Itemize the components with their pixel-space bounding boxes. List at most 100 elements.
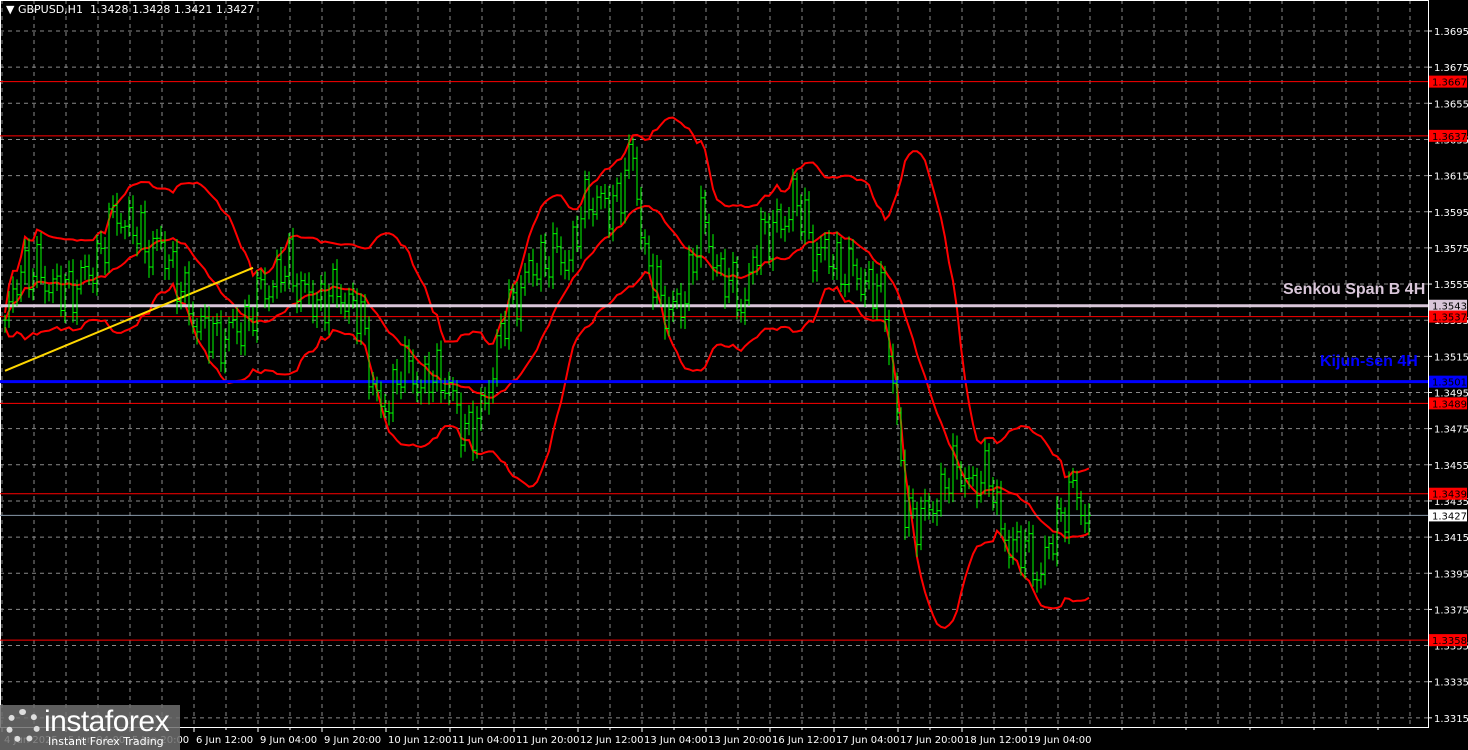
price-tag-support: 1.3358 xyxy=(1432,636,1467,647)
price-bar xyxy=(871,261,875,319)
price-bar xyxy=(1047,536,1051,560)
price-bar xyxy=(399,371,403,400)
y-tick-label: 1.3335 xyxy=(1434,678,1468,689)
price-bar xyxy=(563,250,567,280)
price-bar xyxy=(335,259,339,308)
price-tag-current: 1.3427 xyxy=(1432,511,1467,522)
price-bar xyxy=(603,184,607,209)
senkou-span-label: Senkou Span B 4H xyxy=(1283,281,1426,298)
price-bar xyxy=(55,263,59,291)
y-tick-label: 1.3415 xyxy=(1434,533,1468,544)
price-bar xyxy=(247,294,251,332)
price-bar xyxy=(775,198,779,233)
price-bar xyxy=(875,273,879,321)
price-bar xyxy=(143,200,147,264)
price-bar xyxy=(499,313,503,349)
price-bar xyxy=(707,213,711,254)
price-bar xyxy=(459,392,463,458)
price-bar xyxy=(935,498,939,526)
price-bar xyxy=(1039,562,1043,589)
price-bar xyxy=(983,438,987,495)
price-bar xyxy=(559,236,563,276)
price-bar xyxy=(951,433,955,503)
price-bar xyxy=(419,379,423,405)
band-middle xyxy=(4,204,1090,539)
price-bar xyxy=(51,269,55,304)
price-bar xyxy=(39,232,43,285)
price-bar xyxy=(551,222,555,289)
price-bar xyxy=(711,234,715,281)
price-bar xyxy=(115,192,119,236)
price-bar xyxy=(1079,490,1083,526)
price-bar xyxy=(547,256,551,288)
kijun-sen-label: Kijun-sen 4H xyxy=(1320,353,1418,370)
price-bar xyxy=(211,316,215,359)
price-tag-resistance: 1.3637 xyxy=(1432,132,1467,143)
price-bar xyxy=(631,137,635,171)
price-bar xyxy=(163,231,167,280)
price-bar xyxy=(971,466,975,487)
price-bar xyxy=(939,462,943,517)
y-tick-label: 1.3695 xyxy=(1434,27,1468,38)
x-tick-label: 9 Jun 20:00 xyxy=(324,735,381,746)
price-bar xyxy=(1031,524,1035,587)
price-bar xyxy=(643,229,647,255)
price-bar xyxy=(531,248,535,287)
price-bar xyxy=(439,340,443,403)
y-tick-label: 1.3575 xyxy=(1434,244,1468,255)
price-bar xyxy=(647,235,651,275)
price-bar xyxy=(811,224,815,283)
price-bar xyxy=(423,355,427,394)
price-bar xyxy=(527,253,531,284)
price-bar xyxy=(199,308,203,341)
price-bar xyxy=(267,285,271,312)
price-bar xyxy=(239,322,243,356)
price-bar xyxy=(467,405,471,436)
instaforex-logo: instaforex Instant Forex Trading xyxy=(0,705,180,750)
y-tick-label: 1.3475 xyxy=(1434,425,1468,436)
y-tick-label: 1.3675 xyxy=(1434,63,1468,74)
price-bar xyxy=(567,249,571,281)
price-chart[interactable]: 1.36951.36751.36551.36351.36151.35951.35… xyxy=(0,0,1468,750)
price-bar xyxy=(751,249,755,285)
y-tick-label: 1.3455 xyxy=(1434,461,1468,472)
price-bar xyxy=(731,251,735,293)
price-bar xyxy=(427,351,431,405)
price-bar xyxy=(867,261,871,290)
price-bar xyxy=(595,185,599,220)
price-bar xyxy=(687,245,691,312)
x-tick-label: 19 Jun 04:00 xyxy=(1028,735,1092,746)
price-bar xyxy=(943,467,947,500)
price-bar xyxy=(579,206,583,259)
price-bar xyxy=(79,260,83,295)
price-bar xyxy=(763,211,767,235)
y-tick-label: 1.3615 xyxy=(1434,172,1468,183)
gear-icon xyxy=(6,709,40,743)
price-bar xyxy=(1067,471,1071,545)
price-bar xyxy=(819,235,823,263)
price-tag-support: 1.3439 xyxy=(1432,490,1467,501)
price-bar xyxy=(523,262,527,296)
price-bar xyxy=(783,215,787,242)
ohlc-readout: 1.3428 1.3428 1.3421 1.3427 xyxy=(89,3,255,16)
price-bar xyxy=(979,470,983,503)
price-bar xyxy=(131,195,135,245)
price-bar xyxy=(271,280,275,303)
price-bar xyxy=(103,237,107,275)
price-bar xyxy=(231,308,235,329)
price-bar xyxy=(843,273,847,298)
price-bar xyxy=(995,479,999,516)
price-bar xyxy=(771,210,775,272)
x-tick-label: 17 Jun 20:00 xyxy=(900,735,964,746)
price-bar xyxy=(387,400,391,426)
price-bar xyxy=(919,496,923,551)
x-tick-label: 9 Jun 04:00 xyxy=(260,735,317,746)
price-bar xyxy=(463,413,467,452)
price-bar xyxy=(331,263,335,304)
price-bar xyxy=(787,206,791,233)
x-tick-label: 16 Jun 12:00 xyxy=(772,735,836,746)
price-bar xyxy=(539,234,543,292)
y-tick-label: 1.3515 xyxy=(1434,352,1468,363)
price-bar xyxy=(395,359,399,395)
price-bar xyxy=(223,328,227,374)
